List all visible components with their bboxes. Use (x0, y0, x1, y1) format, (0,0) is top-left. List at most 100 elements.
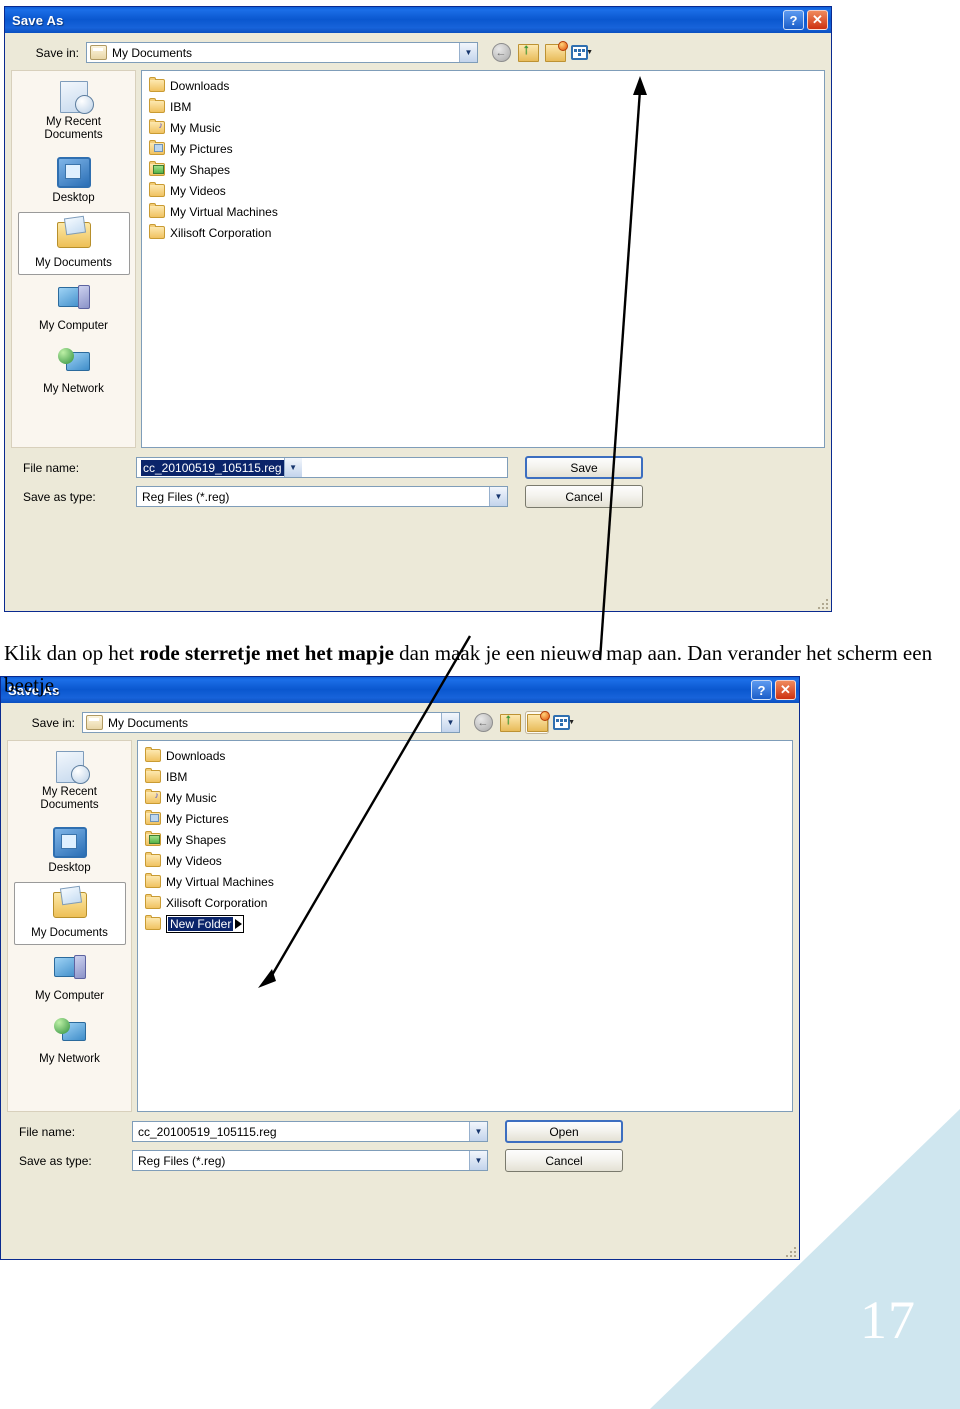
place-label: My Network (43, 383, 104, 395)
new-folder-button[interactable] (525, 710, 550, 734)
save-as-dialog-top[interactable]: Save As ? ✕ Save in: My Documents ← ▼ (4, 6, 832, 612)
place-desktop[interactable]: Desktop (18, 149, 130, 210)
list-item[interactable]: IBM (141, 766, 789, 787)
place-my-computer[interactable]: My Computer (14, 947, 126, 1008)
chevron-down-icon[interactable] (283, 458, 302, 477)
folder-icon (145, 915, 161, 930)
list-item[interactable]: My Pictures (145, 138, 821, 159)
place-label: My Documents (31, 927, 108, 939)
place-label: My Network (39, 1053, 100, 1065)
list-item[interactable]: My Virtual Machines (141, 871, 789, 892)
text-cursor-icon (235, 918, 243, 929)
filename-value: cc_20100519_105115.reg (138, 1124, 277, 1139)
filename-input[interactable]: cc_20100519_105115.reg (136, 457, 508, 478)
place-my-network[interactable]: My Network (14, 1010, 126, 1071)
dialog2-toolbar[interactable]: ← ▼ (467, 710, 576, 734)
dialog1-filetype-row: Save as type: Reg Files (*.reg) Cancel (11, 485, 825, 508)
chevron-down-icon[interactable] (441, 713, 459, 732)
dialog1-main-row: My Recent Documents Desktop My Documents… (5, 70, 831, 448)
close-icon[interactable]: ✕ (807, 10, 828, 30)
chevron-down-icon[interactable] (459, 43, 477, 62)
file-name: Xilisoft Corporation (166, 895, 268, 910)
place-my-recent-documents[interactable]: My Recent Documents (14, 745, 126, 817)
resize-grip[interactable] (816, 597, 828, 609)
save-as-dialog-bottom[interactable]: Save As ? ✕ Save in: My Documents ← ▼ (0, 676, 800, 1260)
list-item[interactable]: My Virtual Machines (145, 201, 821, 222)
folder-shapes-icon (145, 831, 161, 846)
place-label: My Computer (38, 320, 109, 332)
list-item[interactable]: Downloads (145, 75, 821, 96)
filetype-label: Save as type: (11, 490, 129, 504)
new-folder-name: New Folder (168, 916, 234, 931)
file-name: Xilisoft Corporation (170, 225, 272, 240)
new-folder-rename-input[interactable]: New Folder (166, 914, 245, 933)
place-desktop[interactable]: Desktop (14, 819, 126, 880)
list-item[interactable]: Downloads (141, 745, 789, 766)
dialog2-filename-row: File name: cc_20100519_105115.reg Open (7, 1120, 793, 1143)
back-button[interactable]: ← (489, 41, 513, 64)
list-item[interactable]: Xilisoft Corporation (141, 892, 789, 913)
filename-label: File name: (11, 461, 129, 475)
filename-input[interactable]: cc_20100519_105115.reg (132, 1121, 488, 1142)
list-item[interactable]: My Pictures (141, 808, 789, 829)
up-one-level-button[interactable] (498, 711, 522, 734)
list-item[interactable]: My Shapes (145, 159, 821, 180)
cancel-button[interactable]: Cancel (505, 1149, 623, 1172)
list-item[interactable]: My Videos (141, 850, 789, 871)
chevron-down-icon[interactable]: ▼ (568, 719, 575, 726)
list-item-new-folder[interactable]: New Folder (141, 913, 789, 934)
cancel-button[interactable]: Cancel (525, 485, 643, 508)
place-my-recent-documents[interactable]: My Recent Documents (18, 75, 130, 147)
dialog1-title-bar[interactable]: Save As ? ✕ (5, 7, 831, 33)
chevron-down-icon[interactable] (469, 1122, 487, 1141)
dialog1-window-buttons[interactable]: ? ✕ (783, 10, 828, 30)
filetype-combobox[interactable]: Reg Files (*.reg) (136, 486, 508, 507)
help-icon[interactable]: ? (783, 10, 804, 30)
folder-pictures-icon (149, 140, 165, 155)
list-item[interactable]: Xilisoft Corporation (145, 222, 821, 243)
open-button[interactable]: Open (505, 1120, 623, 1143)
views-button[interactable]: ▼ (570, 41, 594, 64)
my-computer-icon (55, 285, 93, 319)
chevron-down-icon[interactable] (489, 487, 507, 506)
folder-shapes-icon (149, 161, 165, 176)
dialog2-places-bar[interactable]: My Recent Documents Desktop My Documents… (7, 740, 132, 1112)
place-my-computer[interactable]: My Computer (18, 277, 130, 338)
list-item[interactable]: IBM (145, 96, 821, 117)
folder-icon (149, 182, 165, 197)
savein-value: My Documents (108, 715, 189, 730)
filetype-combobox[interactable]: Reg Files (*.reg) (132, 1150, 488, 1171)
place-my-documents[interactable]: My Documents (13, 882, 126, 945)
folder-icon (145, 894, 161, 909)
file-name: My Virtual Machines (166, 874, 274, 889)
views-button[interactable]: ▼ (552, 711, 576, 734)
dialog1-file-list[interactable]: Downloads IBM My Music My Pictures My Sh… (141, 70, 825, 448)
place-my-network[interactable]: My Network (18, 340, 130, 401)
dialog2-file-list[interactable]: Downloads IBM My Music My Pictures My Sh… (137, 740, 793, 1112)
up-one-level-button[interactable] (516, 41, 540, 64)
savein-folder-icon (90, 45, 107, 60)
resize-grip[interactable] (784, 1245, 796, 1257)
instruction-caption: Klik dan op het rode sterretje met het m… (4, 637, 934, 701)
list-item[interactable]: My Shapes (141, 829, 789, 850)
file-name: Downloads (166, 748, 226, 763)
savein-combobox[interactable]: My Documents (82, 712, 460, 733)
file-name: My Videos (166, 853, 222, 868)
save-button[interactable]: Save (525, 456, 643, 479)
savein-combobox[interactable]: My Documents (86, 42, 478, 63)
back-button[interactable]: ← (471, 711, 495, 734)
list-item[interactable]: My Music (145, 117, 821, 138)
my-network-icon (51, 1018, 89, 1052)
list-item[interactable]: My Videos (145, 180, 821, 201)
list-item[interactable]: My Music (141, 787, 789, 808)
new-folder-button[interactable] (543, 40, 568, 64)
folder-music-icon (145, 789, 161, 804)
caption-part1: Klik dan op het (4, 641, 140, 665)
place-my-documents[interactable]: My Documents (17, 212, 130, 275)
chevron-down-icon[interactable] (469, 1151, 487, 1170)
dialog1-toolbar[interactable]: ← ▼ (485, 40, 594, 64)
chevron-down-icon[interactable]: ▼ (586, 49, 593, 56)
recent-documents-icon (51, 751, 90, 785)
dialog1-button-column: Save (515, 456, 643, 479)
dialog1-places-bar[interactable]: My Recent Documents Desktop My Documents… (11, 70, 136, 448)
